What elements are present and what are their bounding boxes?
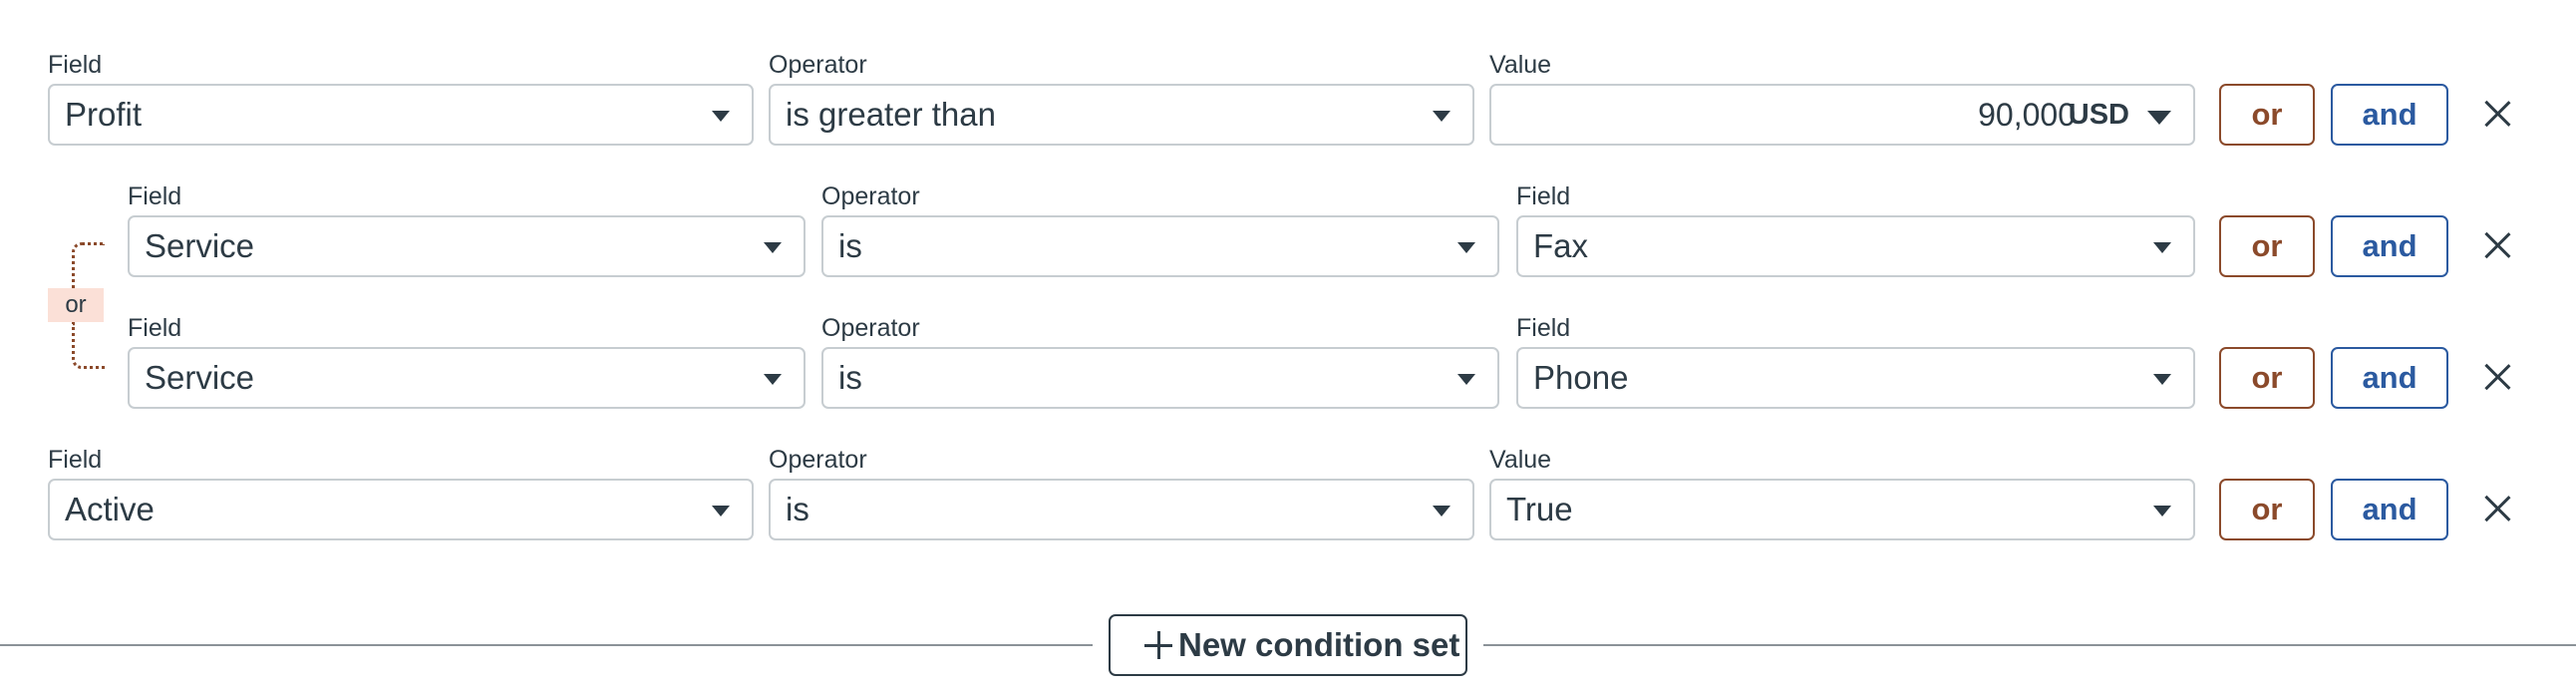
new-condition-set-label: New condition set xyxy=(1178,626,1460,663)
value-label: Value xyxy=(1489,51,1552,79)
close-icon[interactable] xyxy=(2482,362,2512,392)
operator-select-value: is xyxy=(838,227,862,264)
value-amount-input[interactable]: 90,000 USD xyxy=(1489,84,2195,146)
value-label: Value xyxy=(1489,446,1552,474)
field-select[interactable]: Active xyxy=(48,479,754,540)
field-select-value: Service xyxy=(145,359,255,396)
plus-icon xyxy=(1144,631,1172,659)
caret-down-icon xyxy=(1457,242,1475,253)
amount-value: 90,000 xyxy=(1978,97,2076,133)
operator-label: Operator xyxy=(821,182,920,210)
value-select-value: True xyxy=(1506,491,1573,527)
or-button[interactable]: or xyxy=(2219,215,2315,277)
and-button[interactable]: and xyxy=(2331,84,2448,146)
field-label: Field xyxy=(48,446,103,474)
close-icon[interactable] xyxy=(2482,99,2512,129)
condition-row: Field Active Operator is Value True or a… xyxy=(0,445,2576,544)
field-select[interactable]: Service xyxy=(128,347,805,409)
value-field-label: Field xyxy=(1516,314,1571,342)
condition-row: Field Service Operator is Field Fax or a… xyxy=(0,181,2576,281)
caret-down-icon xyxy=(712,506,730,517)
value-field-select[interactable]: Phone xyxy=(1516,347,2195,409)
operator-select-value: is greater than xyxy=(786,96,996,133)
operator-select[interactable]: is xyxy=(821,215,1499,277)
value-select[interactable]: True xyxy=(1489,479,2195,540)
caret-down-icon xyxy=(764,242,782,253)
caret-down-icon xyxy=(2153,506,2171,517)
caret-down-icon[interactable] xyxy=(2147,111,2171,125)
operator-select-value: is xyxy=(786,491,809,527)
value-field-select-value: Phone xyxy=(1533,359,1629,396)
field-select[interactable]: Service xyxy=(128,215,805,277)
operator-select-value: is xyxy=(838,359,862,396)
caret-down-icon xyxy=(2153,374,2171,385)
value-field-select[interactable]: Fax xyxy=(1516,215,2195,277)
condition-row: Field Profit Operator is greater than Va… xyxy=(0,50,2576,150)
divider xyxy=(0,644,1093,646)
and-button[interactable]: and xyxy=(2331,479,2448,540)
field-label: Field xyxy=(48,51,103,79)
caret-down-icon xyxy=(1433,111,1450,122)
field-label: Field xyxy=(128,182,182,210)
caret-down-icon xyxy=(1457,374,1475,385)
operator-label: Operator xyxy=(769,446,867,474)
and-button[interactable]: and xyxy=(2331,347,2448,409)
operator-label: Operator xyxy=(769,51,867,79)
operator-select[interactable]: is greater than xyxy=(769,84,1474,146)
caret-down-icon xyxy=(712,111,730,122)
and-button[interactable]: and xyxy=(2331,215,2448,277)
or-button[interactable]: or xyxy=(2219,84,2315,146)
field-select-value: Profit xyxy=(65,96,143,133)
field-select-value: Active xyxy=(65,491,155,527)
caret-down-icon xyxy=(1433,506,1450,517)
new-condition-set-button[interactable]: New condition set xyxy=(1109,614,1467,676)
operator-select[interactable]: is xyxy=(821,347,1499,409)
value-field-select-value: Fax xyxy=(1533,227,1589,264)
operator-select[interactable]: is xyxy=(769,479,1474,540)
caret-down-icon xyxy=(2153,242,2171,253)
or-button[interactable]: or xyxy=(2219,347,2315,409)
field-select-value: Service xyxy=(145,227,255,264)
value-field-label: Field xyxy=(1516,182,1571,210)
or-button[interactable]: or xyxy=(2219,479,2315,540)
currency-select[interactable]: USD xyxy=(2069,86,2129,144)
close-icon[interactable] xyxy=(2482,494,2512,523)
close-icon[interactable] xyxy=(2482,230,2512,260)
caret-down-icon xyxy=(764,374,782,385)
operator-label: Operator xyxy=(821,314,920,342)
field-select[interactable]: Profit xyxy=(48,84,754,146)
divider xyxy=(1483,644,2576,646)
condition-row: Field Service Operator is Field Phone or… xyxy=(0,313,2576,413)
field-label: Field xyxy=(128,314,182,342)
